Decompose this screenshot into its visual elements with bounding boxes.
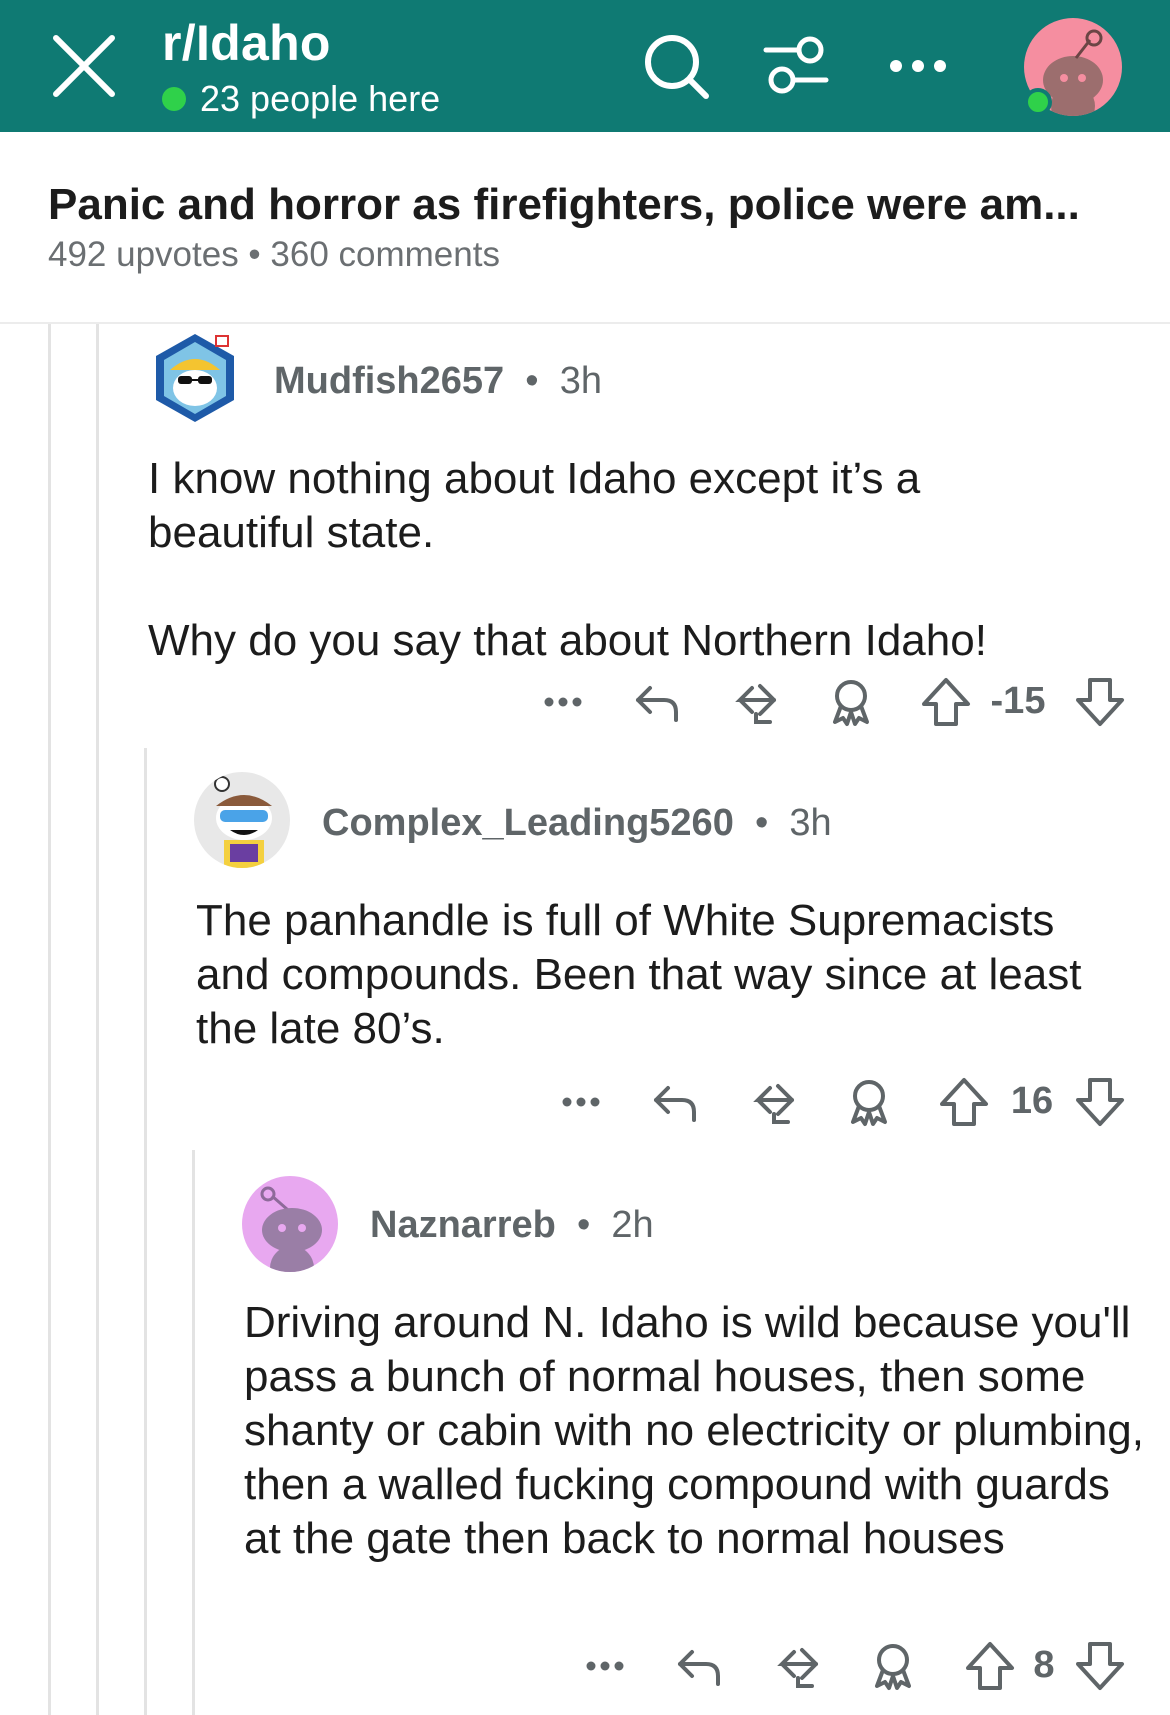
snoo-avatar-icon bbox=[156, 334, 234, 422]
separator: • bbox=[514, 360, 550, 402]
comment-paragraph: Why do you say that about Northern Idaho… bbox=[148, 616, 987, 665]
online-indicator bbox=[162, 87, 186, 111]
snoo-avatar-icon bbox=[214, 776, 272, 868]
comment-body: Driving around N. Idaho is wild because … bbox=[244, 1296, 1144, 1566]
avatar[interactable] bbox=[194, 772, 290, 868]
filter-icon[interactable] bbox=[760, 30, 832, 102]
online-count: 23 people here bbox=[162, 78, 440, 120]
search-icon[interactable] bbox=[640, 30, 712, 102]
downvote-icon[interactable] bbox=[1072, 1638, 1128, 1694]
post-meta: 492 upvotes • 360 comments bbox=[48, 235, 500, 274]
comment-paragraph: Driving around N. Idaho is wild because … bbox=[244, 1298, 1144, 1563]
online-status-dot bbox=[1024, 88, 1052, 116]
comment-age: 2h bbox=[611, 1204, 654, 1246]
comment-age: 3h bbox=[559, 360, 602, 402]
more-icon[interactable] bbox=[535, 674, 591, 730]
vote-score: 8 bbox=[1033, 1644, 1055, 1686]
award-icon[interactable] bbox=[841, 1074, 897, 1130]
more-icon[interactable] bbox=[882, 30, 954, 102]
comment-actions: 8 bbox=[0, 1638, 1170, 1698]
close-icon[interactable] bbox=[48, 30, 120, 102]
username-text[interactable]: Mudfish2657 bbox=[274, 360, 504, 402]
share-icon[interactable] bbox=[744, 1074, 800, 1130]
comment-username[interactable]: Naznarreb • 2h bbox=[370, 1204, 654, 1247]
top-bar: r/Idaho 23 people here bbox=[0, 0, 1170, 132]
vote-score: -15 bbox=[990, 680, 1046, 722]
reply-icon[interactable] bbox=[672, 1638, 728, 1694]
comment-paragraph: The panhandle is full of White Supremaci… bbox=[196, 896, 1082, 1053]
award-icon[interactable] bbox=[823, 674, 879, 730]
post-title[interactable]: Panic and horror as firefighters, police… bbox=[48, 180, 1080, 230]
reply-icon[interactable] bbox=[630, 674, 686, 730]
upvote-icon[interactable] bbox=[936, 1074, 992, 1130]
share-icon[interactable] bbox=[768, 1638, 824, 1694]
upvote-icon[interactable] bbox=[962, 1638, 1018, 1694]
comment-age: 3h bbox=[789, 802, 832, 844]
separator: • bbox=[744, 802, 779, 844]
upvote-icon[interactable] bbox=[918, 674, 974, 730]
share-icon[interactable] bbox=[726, 674, 782, 730]
divider bbox=[0, 322, 1170, 324]
comment-actions: -15 bbox=[0, 674, 1170, 734]
comment-body: The panhandle is full of White Supremaci… bbox=[196, 894, 1126, 1056]
more-icon[interactable] bbox=[577, 1638, 633, 1694]
username-text[interactable]: Complex_Leading5260 bbox=[322, 802, 734, 844]
thread-line[interactable] bbox=[192, 1150, 195, 1715]
thread-line[interactable] bbox=[96, 324, 99, 1715]
more-icon[interactable] bbox=[553, 1074, 609, 1130]
comment-actions: 16 bbox=[0, 1074, 1170, 1134]
snoo-avatar-icon bbox=[260, 1186, 322, 1272]
comment-body: I know nothing about Idaho except it’s a… bbox=[148, 452, 1048, 668]
avatar[interactable] bbox=[242, 1176, 338, 1272]
award-icon[interactable] bbox=[865, 1638, 921, 1694]
avatar[interactable] bbox=[150, 330, 240, 426]
reply-icon[interactable] bbox=[648, 1074, 704, 1130]
username-text[interactable]: Naznarreb bbox=[370, 1204, 556, 1246]
separator: • bbox=[566, 1204, 601, 1246]
vote-score: 16 bbox=[1010, 1080, 1054, 1122]
comment-paragraph: I know nothing about Idaho except it’s a… bbox=[148, 454, 921, 557]
online-text: 23 people here bbox=[200, 78, 441, 119]
thread-line[interactable] bbox=[144, 748, 147, 1715]
downvote-icon[interactable] bbox=[1072, 674, 1128, 730]
subreddit-name[interactable]: r/Idaho bbox=[162, 14, 331, 72]
comment-username[interactable]: Complex_Leading5260 • 3h bbox=[322, 802, 832, 845]
comment-username[interactable]: Mudfish2657 • 3h bbox=[274, 360, 602, 403]
downvote-icon[interactable] bbox=[1072, 1074, 1128, 1130]
thread-line[interactable] bbox=[48, 324, 51, 1715]
